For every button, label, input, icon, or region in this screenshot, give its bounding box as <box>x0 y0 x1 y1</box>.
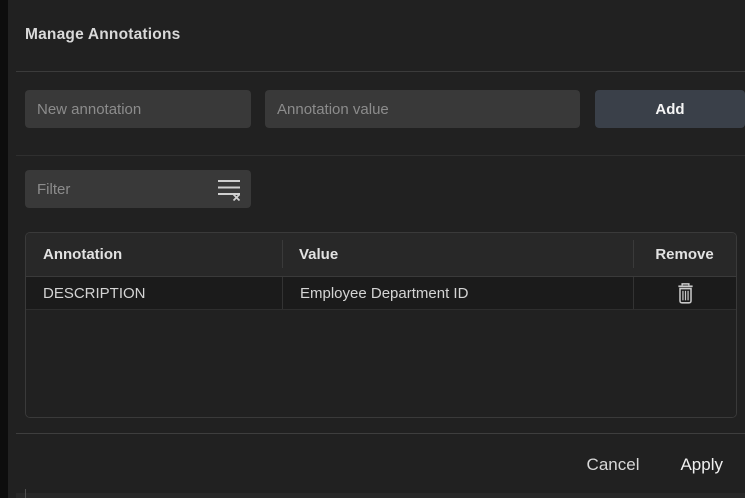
cell-value: Employee Department ID <box>282 277 633 309</box>
apply-button[interactable]: Apply <box>680 455 723 475</box>
dialog-panel: Manage Annotations Add <box>8 0 745 498</box>
bottom-edge <box>16 493 745 498</box>
filter-field <box>25 170 251 208</box>
table-row[interactable]: DESCRIPTION Employee Department ID <box>26 277 736 310</box>
table-header-row: Annotation Value Remove <box>26 233 736 277</box>
trash-icon[interactable] <box>676 282 695 305</box>
column-header-remove: Remove <box>633 233 736 276</box>
annotations-table: Annotation Value Remove DESCRIPTION Empl… <box>25 232 737 418</box>
inputs-divider <box>16 155 745 156</box>
column-header-annotation: Annotation <box>26 233 282 276</box>
manage-annotations-dialog: Manage Annotations Add <box>0 0 745 498</box>
bottom-left-tick <box>25 489 26 498</box>
column-header-value: Value <box>282 233 633 276</box>
footer-divider <box>16 433 745 434</box>
title-divider <box>16 71 745 72</box>
clear-filter-icon[interactable] <box>215 177 243 201</box>
filter-input[interactable] <box>25 170 215 208</box>
cell-remove <box>633 277 736 309</box>
add-button[interactable]: Add <box>595 90 745 128</box>
cancel-button[interactable]: Cancel <box>587 455 640 475</box>
new-annotation-input[interactable] <box>25 90 251 128</box>
table-empty-area <box>26 310 736 417</box>
dialog-title: Manage Annotations <box>25 26 180 44</box>
annotation-value-input[interactable] <box>265 90 580 128</box>
footer-actions: Cancel Apply <box>587 455 723 475</box>
cell-annotation: DESCRIPTION <box>26 277 282 309</box>
